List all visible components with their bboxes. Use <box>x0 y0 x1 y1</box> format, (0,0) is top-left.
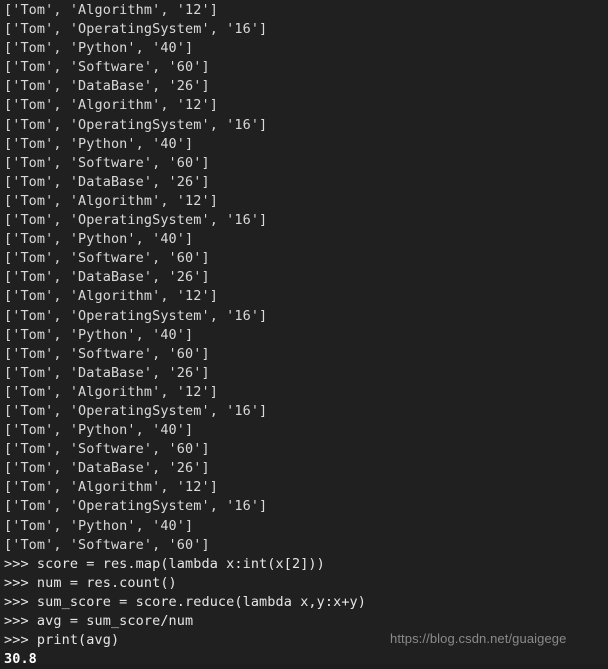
repl-data-row: ['Tom', 'DataBase', '26'] <box>4 364 210 381</box>
repl-command-line: >>> score = res.map(lambda x:int(x[2])) <box>4 555 325 572</box>
repl-data-row: ['Tom', 'Algorithm', '12'] <box>4 383 218 400</box>
repl-data-row: ['Tom', 'OperatingSystem', '16'] <box>4 212 268 229</box>
repl-command-line: >>> sum_score = score.reduce(lambda x,y:… <box>4 593 367 610</box>
repl-data-row: ['Tom', 'OperatingSystem', '16'] <box>4 402 268 419</box>
repl-data-row: ['Tom', 'Software', '60'] <box>4 441 210 458</box>
repl-data-row: ['Tom', 'Algorithm', '12'] <box>4 288 218 305</box>
repl-data-row: ['Tom', 'Python', '40'] <box>4 326 194 343</box>
console-output: ['Tom', 'Algorithm', '12'] ['Tom', 'Opera… <box>4 1 608 669</box>
repl-data-row: ['Tom', 'Algorithm', '12'] <box>4 97 218 114</box>
repl-data-row: ['Tom', 'Algorithm', '12'] <box>4 192 218 209</box>
repl-data-row: ['Tom', 'DataBase', '26'] <box>4 173 210 190</box>
terminal-console[interactable]: ['Tom', 'Algorithm', '12'] ['Tom', 'Opera… <box>0 0 608 667</box>
repl-data-row: ['Tom', 'OperatingSystem', '16'] <box>4 21 268 38</box>
repl-data-row: ['Tom', 'Python', '40'] <box>4 517 194 534</box>
repl-data-row: ['Tom', 'Software', '60'] <box>4 59 210 76</box>
repl-data-row: ['Tom', 'Algorithm', '12'] <box>4 479 218 496</box>
repl-command-line: >>> avg = sum_score/num <box>4 613 194 629</box>
repl-data-row: ['Tom', 'DataBase', '26'] <box>4 78 210 95</box>
repl-data-row: ['Tom', 'Software', '60'] <box>4 536 210 553</box>
repl-data-row: ['Tom', 'DataBase', '26'] <box>4 269 210 286</box>
repl-data-row: ['Tom', 'Software', '60'] <box>4 154 210 171</box>
repl-data-row: ['Tom', 'Software', '60'] <box>4 345 210 362</box>
repl-output-line: 30.8 <box>4 651 37 668</box>
watermark-url: https://blog.csdn.net/guaigege <box>390 631 567 646</box>
repl-command-line: >>> num = res.count() <box>4 574 177 591</box>
repl-data-row: ['Tom', 'DataBase', '26'] <box>4 460 210 477</box>
repl-data-row: ['Tom', 'Python', '40'] <box>4 135 194 152</box>
repl-data-row: ['Tom', 'Software', '60'] <box>4 250 210 267</box>
repl-data-row: ['Tom', 'OperatingSystem', '16'] <box>4 307 268 324</box>
repl-data-row: ['Tom', 'Python', '40'] <box>4 231 194 248</box>
repl-data-row: ['Tom', 'OperatingSystem', '16'] <box>4 498 268 515</box>
repl-data-row: ['Tom', 'Python', '40'] <box>4 422 194 439</box>
repl-data-row: ['Tom', 'Algorithm', '12'] <box>4 2 218 18</box>
repl-data-row: ['Tom', 'OperatingSystem', '16'] <box>4 116 268 133</box>
repl-data-row: ['Tom', 'Python', '40'] <box>4 40 194 57</box>
